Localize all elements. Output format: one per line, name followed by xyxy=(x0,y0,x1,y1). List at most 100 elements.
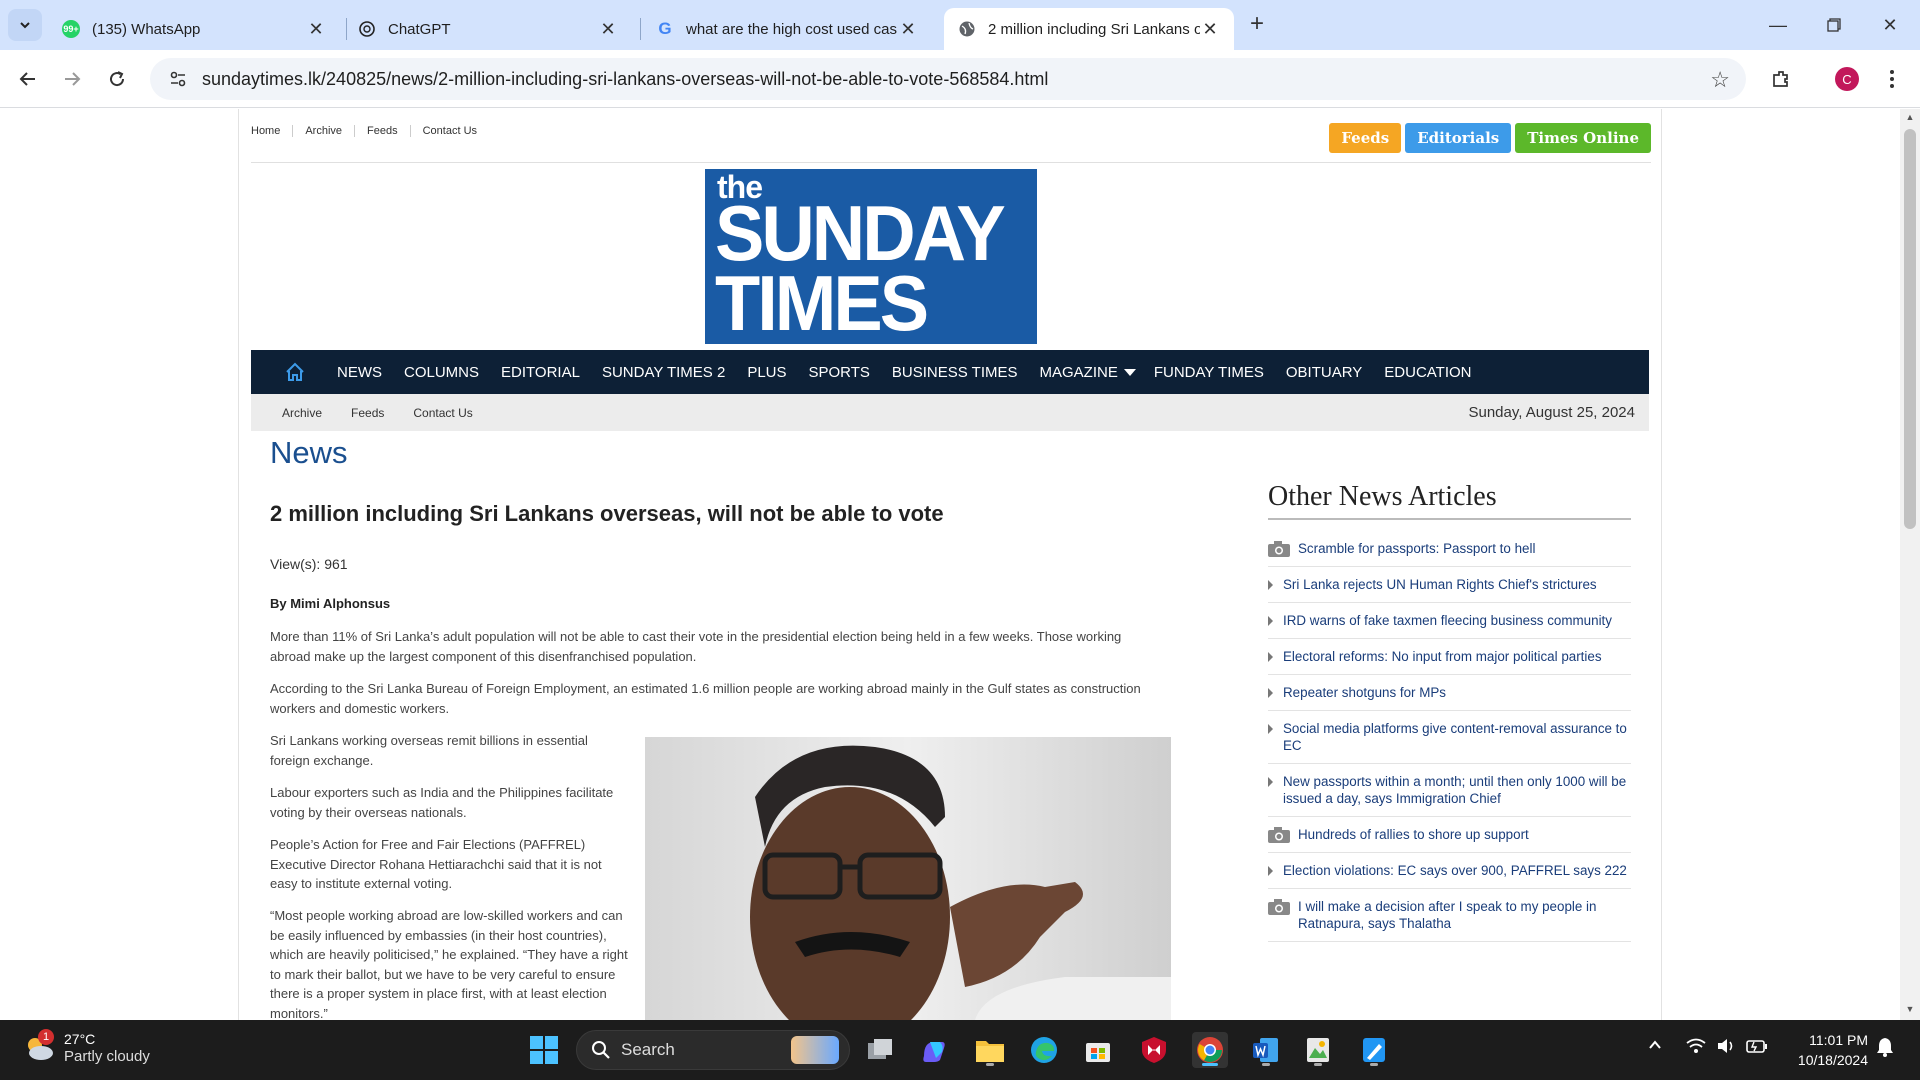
page-scrollbar[interactable]: ▲ ▼ xyxy=(1900,109,1920,1020)
tray-overflow-icon[interactable] xyxy=(1648,1038,1662,1055)
top-link-feeds[interactable]: Feeds xyxy=(355,125,411,137)
subnav-feeds[interactable]: Feeds xyxy=(351,406,384,420)
article-link[interactable]: New passports within a month; until then… xyxy=(1283,774,1626,806)
task-view-icon[interactable] xyxy=(862,1032,898,1068)
close-tab-icon[interactable]: ✕ xyxy=(1200,19,1220,40)
more-menu-icon[interactable] xyxy=(1877,64,1907,94)
scrollbar-thumb[interactable] xyxy=(1904,129,1916,529)
profile-avatar[interactable]: C xyxy=(1832,64,1862,94)
section-title[interactable]: News xyxy=(270,435,348,471)
nav-news[interactable]: NEWS xyxy=(337,364,382,381)
subnav-archive[interactable]: Archive xyxy=(282,406,322,420)
nav-obituary[interactable]: OBITUARY xyxy=(1286,364,1362,381)
minimize-icon[interactable]: — xyxy=(1758,10,1798,40)
list-item[interactable]: Sri Lanka rejects UN Human Rights Chief'… xyxy=(1268,567,1631,603)
home-icon[interactable] xyxy=(275,362,315,382)
list-item[interactable]: Electoral reforms: No input from major p… xyxy=(1268,639,1631,675)
list-item[interactable]: Election violations: EC says over 900, P… xyxy=(1268,853,1631,889)
tab-whatsapp[interactable]: 99+ (135) WhatsApp ✕ xyxy=(48,8,340,50)
list-item[interactable]: IRD warns of fake taxmen fleecing busine… xyxy=(1268,603,1631,639)
nav-education[interactable]: EDUCATION xyxy=(1384,364,1471,381)
times-online-button[interactable]: Times Online xyxy=(1515,123,1651,153)
article-link[interactable]: I will make a decision after I speak to … xyxy=(1298,899,1596,931)
chrome-icon[interactable] xyxy=(1192,1032,1228,1068)
nav-plus[interactable]: PLUS xyxy=(747,364,786,381)
list-item[interactable]: Social media platforms give content-remo… xyxy=(1268,711,1631,764)
top-link-home[interactable]: Home xyxy=(251,125,294,137)
tab-google-search[interactable]: G what are the high cost used cas ✕ xyxy=(642,8,932,50)
restore-icon[interactable] xyxy=(1814,10,1854,40)
list-item[interactable]: I will make a decision after I speak to … xyxy=(1268,889,1631,942)
main-nav: NEWS COLUMNS EDITORIAL SUNDAY TIMES 2 PL… xyxy=(251,350,1649,394)
site-logo[interactable]: the SUNDAY TIMES xyxy=(705,169,1037,344)
list-item[interactable]: Scramble for passports: Passport to hell xyxy=(1268,531,1631,567)
bullet-icon xyxy=(1268,652,1273,662)
nav-columns[interactable]: COLUMNS xyxy=(404,364,479,381)
weather-widget[interactable]: 1 27°C Partly cloudy xyxy=(22,1029,150,1066)
top-link-archive[interactable]: Archive xyxy=(293,125,356,137)
nav-business-times[interactable]: BUSINESS TIMES xyxy=(892,364,1018,381)
article-link[interactable]: Election violations: EC says over 900, P… xyxy=(1283,863,1627,878)
new-tab-button[interactable]: + xyxy=(1244,12,1270,38)
subnav-contact[interactable]: Contact Us xyxy=(413,406,472,420)
forward-icon[interactable] xyxy=(57,64,87,94)
scroll-down-icon[interactable]: ▼ xyxy=(1900,1004,1920,1020)
article-link[interactable]: Repeater shotguns for MPs xyxy=(1283,685,1446,700)
battery-icon[interactable] xyxy=(1746,1038,1768,1057)
avatar: C xyxy=(1835,67,1859,91)
close-tab-icon[interactable]: ✕ xyxy=(306,19,326,40)
wifi-icon[interactable] xyxy=(1686,1038,1706,1057)
word-icon[interactable] xyxy=(1248,1032,1284,1068)
file-explorer-icon[interactable] xyxy=(972,1032,1008,1068)
list-item[interactable]: New passports within a month; until then… xyxy=(1268,764,1631,817)
volume-icon[interactable] xyxy=(1716,1038,1736,1057)
nav-sports[interactable]: SPORTS xyxy=(809,364,870,381)
edge-icon[interactable] xyxy=(1026,1032,1062,1068)
close-window-icon[interactable]: ✕ xyxy=(1870,10,1910,40)
article-link[interactable]: Scramble for passports: Passport to hell xyxy=(1298,541,1535,556)
copilot-icon[interactable] xyxy=(916,1032,952,1068)
nav-editorial[interactable]: EDITORIAL xyxy=(501,364,580,381)
list-item[interactable]: Hundreds of rallies to shore up support xyxy=(1268,817,1631,853)
taskbar-search[interactable]: Search xyxy=(576,1030,850,1070)
article-link[interactable]: Electoral reforms: No input from major p… xyxy=(1283,649,1602,664)
back-icon[interactable] xyxy=(13,64,43,94)
reload-icon[interactable] xyxy=(102,64,132,94)
close-tab-icon[interactable]: ✕ xyxy=(598,19,618,40)
list-item[interactable]: Repeater shotguns for MPs xyxy=(1268,675,1631,711)
site-info-icon[interactable] xyxy=(160,70,196,88)
address-bar[interactable]: sundaytimes.lk/240825/news/2-million-inc… xyxy=(150,58,1746,100)
editorials-button[interactable]: Editorials xyxy=(1405,123,1512,153)
tab-chatgpt[interactable]: ChatGPT ✕ xyxy=(344,8,632,50)
tab-separator xyxy=(640,18,641,40)
photo-app-icon[interactable] xyxy=(1300,1032,1336,1068)
nav-magazine[interactable]: MAGAZINE xyxy=(1040,364,1136,381)
bookmark-star-icon[interactable]: ☆ xyxy=(1710,67,1730,93)
tab-title: 2 million including Sri Lankans o xyxy=(988,20,1200,38)
article-link[interactable]: Sri Lanka rejects UN Human Rights Chief'… xyxy=(1283,577,1597,592)
camera-icon xyxy=(1268,899,1290,919)
notification-bell-icon[interactable] xyxy=(1876,1037,1894,1060)
article-byline: By Mimi Alphonsus xyxy=(270,596,391,611)
paint-icon[interactable] xyxy=(1356,1032,1392,1068)
article-link[interactable]: IRD warns of fake taxmen fleecing busine… xyxy=(1283,613,1612,628)
tab-search-button[interactable] xyxy=(8,9,42,41)
feeds-button[interactable]: Feeds xyxy=(1329,123,1402,153)
nav-sunday-times-2[interactable]: SUNDAY TIMES 2 xyxy=(602,364,725,381)
start-button[interactable] xyxy=(526,1032,562,1068)
article-link[interactable]: Hundreds of rallies to shore up support xyxy=(1298,827,1529,842)
top-link-contact[interactable]: Contact Us xyxy=(411,125,489,137)
system-clock[interactable]: 11:01 PM 10/18/2024 xyxy=(1780,1030,1868,1070)
microsoft-store-icon[interactable] xyxy=(1080,1032,1116,1068)
article-link[interactable]: Social media platforms give content-remo… xyxy=(1283,721,1627,753)
tab-sunday-times[interactable]: 2 million including Sri Lankans o ✕ xyxy=(944,8,1234,50)
running-indicator xyxy=(986,1063,994,1066)
nav-funday-times[interactable]: FUNDAY TIMES xyxy=(1154,364,1264,381)
url-text[interactable]: sundaytimes.lk/240825/news/2-million-inc… xyxy=(202,69,1048,90)
extensions-icon[interactable] xyxy=(1766,64,1796,94)
mcafee-icon[interactable] xyxy=(1136,1032,1172,1068)
running-indicator xyxy=(1314,1063,1322,1066)
close-tab-icon[interactable]: ✕ xyxy=(898,19,918,40)
sidebar-title: Other News Articles xyxy=(1268,481,1497,512)
scroll-up-icon[interactable]: ▲ xyxy=(1900,112,1920,128)
